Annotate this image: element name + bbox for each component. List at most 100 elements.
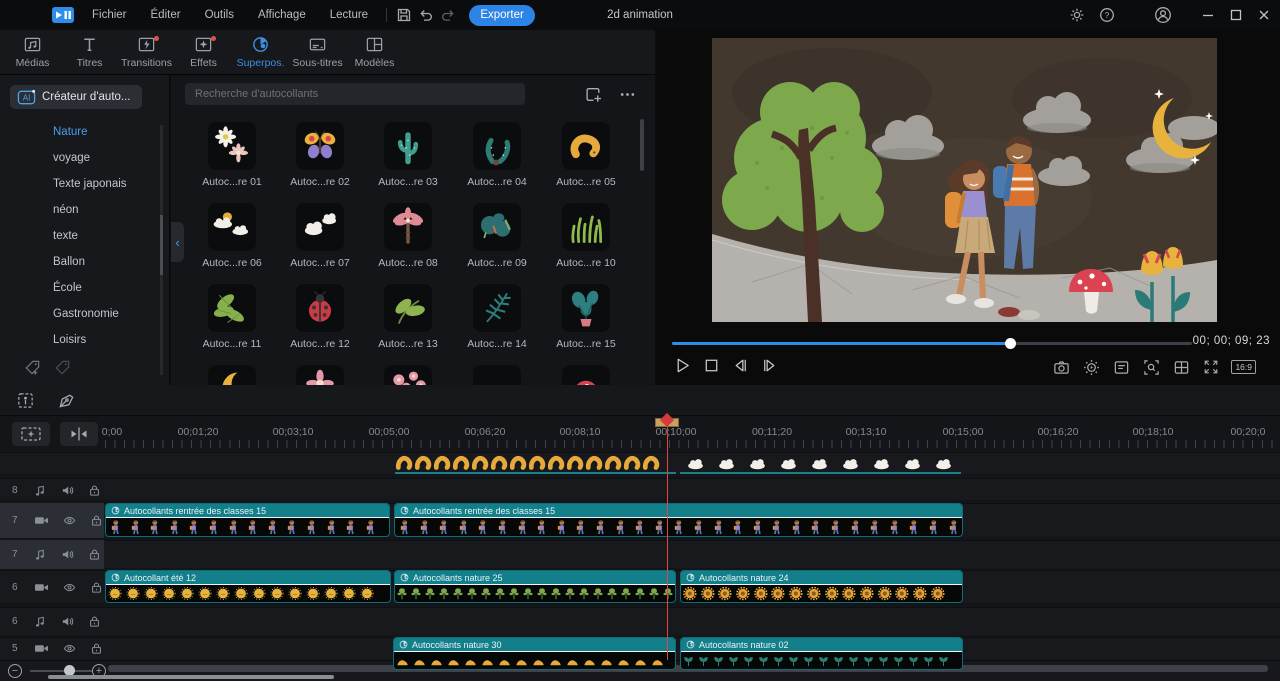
sticker-fern[interactable] xyxy=(473,284,521,332)
timeline-clip[interactable]: Autocollant été 12 xyxy=(105,570,391,603)
previous-frame-button[interactable] xyxy=(730,355,750,375)
preview-canvas[interactable] xyxy=(712,38,1217,322)
timeline-clip[interactable]: Autocollants nature 24 xyxy=(680,570,963,603)
tab-templates[interactable]: Modèles xyxy=(346,30,403,74)
sticker-sprig[interactable] xyxy=(384,284,432,332)
menu-fichier[interactable]: Fichier xyxy=(80,9,139,21)
sidebar-item-ballon[interactable]: Ballon xyxy=(53,256,85,268)
lock-track-icon[interactable] xyxy=(90,514,103,527)
export-button[interactable]: Exporter xyxy=(469,5,535,26)
render-preview-icon[interactable] xyxy=(1081,357,1101,377)
menu-editer[interactable]: Éditer xyxy=(139,9,193,21)
track-header-7-video[interactable]: 7 xyxy=(0,503,104,538)
tab-transitions[interactable]: Transitions xyxy=(118,30,175,74)
sticker-worm[interactable] xyxy=(562,122,610,170)
sticker-butterfly[interactable] xyxy=(296,122,344,170)
aspect-ratio-button[interactable]: 16:9 xyxy=(1231,360,1256,374)
sticker-moon[interactable] xyxy=(208,365,256,385)
sticker-jungle[interactable] xyxy=(473,203,521,251)
sticker-suncloud[interactable] xyxy=(208,203,256,251)
track-header-7-audio[interactable]: 7 xyxy=(0,540,104,569)
sticker-creator-button[interactable]: AI Créateur d'auto... xyxy=(10,85,142,109)
toggle-visibility-eye-icon[interactable] xyxy=(63,514,76,527)
audio-track-icon[interactable] xyxy=(34,548,47,561)
tab-effects[interactable]: Effets xyxy=(175,30,232,74)
sidebar-item-voyage[interactable]: voyage xyxy=(53,152,90,164)
sticker-cactus[interactable] xyxy=(384,122,432,170)
sticker-monstera[interactable] xyxy=(562,284,610,332)
draw-pen-icon[interactable] xyxy=(57,391,76,410)
import-file-icon[interactable] xyxy=(585,86,603,104)
track-header-6-audio[interactable]: 6 xyxy=(0,607,104,636)
sidebar-item-texte[interactable]: texte xyxy=(53,230,78,242)
keyframe-tool-icon[interactable] xyxy=(16,391,35,410)
track-lane[interactable] xyxy=(0,540,1280,568)
sidebar-scrollbar-thumb[interactable] xyxy=(160,215,163,275)
stop-button[interactable] xyxy=(701,355,721,375)
tab-subtitles[interactable]: Sous-titres xyxy=(289,30,346,74)
lock-track-icon[interactable] xyxy=(88,484,101,497)
sticker-leaves[interactable] xyxy=(208,284,256,332)
maximize-button[interactable] xyxy=(1226,5,1246,25)
tab-media[interactable]: Médias xyxy=(4,30,61,74)
close-button[interactable] xyxy=(1254,5,1274,25)
track-header-8-audio[interactable]: 8 xyxy=(0,478,104,502)
menu-lecture[interactable]: Lecture xyxy=(318,9,380,21)
sticker-cactus2[interactable] xyxy=(473,122,521,170)
sticker-mushroomtop[interactable] xyxy=(562,365,610,385)
sticker-grass[interactable] xyxy=(562,203,610,251)
timeline-clip[interactable]: Autocollants rentrée des classes 15 xyxy=(105,503,390,537)
seek-bar-handle[interactable] xyxy=(1005,338,1016,349)
sticker-palm[interactable] xyxy=(384,203,432,251)
zoom-out-button[interactable]: − xyxy=(8,664,22,678)
timeline-clip[interactable]: Autocollants nature 30 xyxy=(393,637,676,670)
collapse-sidebar-button[interactable]: ‹ xyxy=(171,222,184,262)
zoom-fit-icon[interactable] xyxy=(1141,357,1161,377)
lock-track-icon[interactable] xyxy=(88,615,101,628)
snapshot-camera-icon[interactable] xyxy=(1051,357,1071,377)
add-tag-icon[interactable] xyxy=(24,359,41,376)
account-icon[interactable] xyxy=(1152,4,1174,26)
sticker-rainbow[interactable] xyxy=(473,365,521,385)
grid-scrollbar-thumb[interactable] xyxy=(640,119,644,171)
save-icon[interactable] xyxy=(393,4,415,26)
playhead-line[interactable] xyxy=(667,425,668,660)
tab-titles[interactable]: Titres xyxy=(61,30,118,74)
menu-outils[interactable]: Outils xyxy=(193,9,246,21)
minimize-button[interactable] xyxy=(1198,5,1218,25)
trim-button[interactable] xyxy=(60,422,98,446)
video-track-icon[interactable] xyxy=(34,642,49,655)
sidebar-item-textejaponais[interactable]: Texte japonais xyxy=(53,178,127,190)
sticker-daisy[interactable] xyxy=(208,122,256,170)
timeline-clip[interactable]: Autocollants nature 25 xyxy=(394,570,676,603)
video-track-icon[interactable] xyxy=(34,514,49,527)
track-lane[interactable] xyxy=(0,478,1280,500)
mute-speaker-icon[interactable] xyxy=(61,615,74,628)
bottom-mini-scrollbar[interactable] xyxy=(48,675,334,679)
audio-track-icon[interactable] xyxy=(34,615,47,628)
sticker-pinkflower[interactable] xyxy=(296,365,344,385)
lock-track-icon[interactable] xyxy=(88,548,101,561)
help-icon[interactable]: ? xyxy=(1096,4,1118,26)
redo-icon[interactable] xyxy=(437,4,459,26)
more-options-icon[interactable] xyxy=(619,86,637,104)
next-frame-button[interactable] xyxy=(759,355,779,375)
track-header-5-video[interactable]: 5 xyxy=(0,637,104,660)
sidebar-item-gastronomie[interactable]: Gastronomie xyxy=(53,308,119,320)
toggle-visibility-eye-icon[interactable] xyxy=(63,642,76,655)
markers-list-icon[interactable] xyxy=(1111,357,1131,377)
track-header-6-video[interactable]: 6 xyxy=(0,570,104,604)
timeline-clip[interactable]: Autocollants rentrée des classes 15 xyxy=(394,503,963,537)
mute-speaker-icon[interactable] xyxy=(61,484,74,497)
timeline-clip[interactable] xyxy=(680,452,961,474)
sidebar-item-ecole[interactable]: École xyxy=(53,282,82,294)
add-track-button[interactable] xyxy=(12,422,50,446)
timeline-clip[interactable] xyxy=(395,452,676,474)
lock-track-icon[interactable] xyxy=(90,581,103,594)
split-view-icon[interactable] xyxy=(1171,357,1191,377)
remove-tag-icon[interactable] xyxy=(54,359,71,376)
track-lane[interactable] xyxy=(0,607,1280,635)
fullscreen-icon[interactable] xyxy=(1201,357,1221,377)
mute-speaker-icon[interactable] xyxy=(61,548,74,561)
undo-icon[interactable] xyxy=(415,4,437,26)
